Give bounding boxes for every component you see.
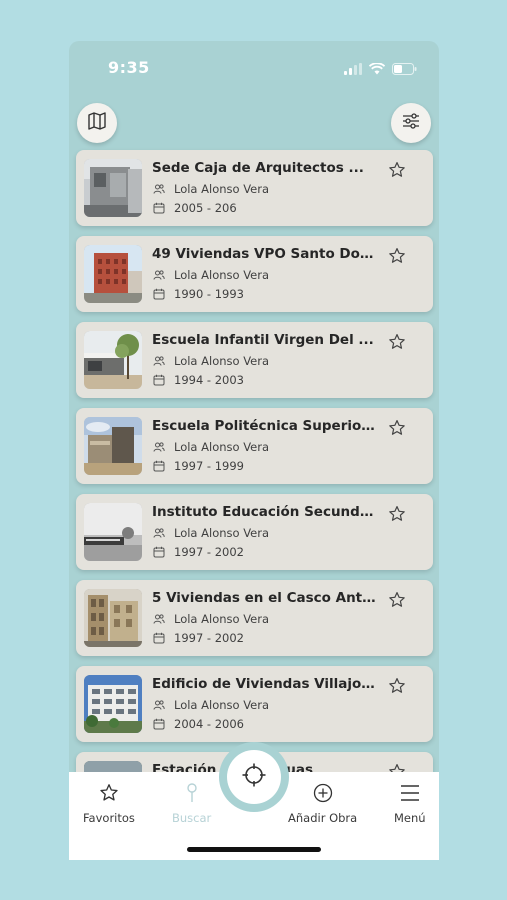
work-card[interactable]: Sede Caja de Arquitectos ... Lola Alonso… [76, 150, 433, 226]
author-row: Lola Alonso Vera [152, 698, 269, 712]
work-title: 5 Viviendas en el Casco Antiguo [152, 590, 378, 606]
author-row: Lola Alonso Vera [152, 354, 269, 368]
star-icon[interactable] [388, 419, 406, 437]
users-icon [152, 182, 166, 196]
author-row: Lola Alonso Vera [152, 440, 269, 454]
work-card[interactable]: Instituto Educación Secundaria ... Lola … [76, 494, 433, 570]
work-thumbnail [84, 503, 142, 561]
tab-add-work-label: Añadir Obra [288, 811, 358, 825]
star-icon[interactable] [388, 247, 406, 265]
star-icon[interactable] [388, 161, 406, 179]
work-author: Lola Alonso Vera [174, 440, 270, 454]
crosshair-icon [241, 762, 267, 792]
tab-favorites-label: Favoritos [83, 811, 135, 825]
work-card[interactable]: 5 Viviendas en el Casco Antiguo Lola Alo… [76, 580, 433, 656]
years-row: 2004 - 2006 [152, 717, 244, 731]
work-author: Lola Alonso Vera [174, 182, 270, 196]
calendar-icon [152, 545, 166, 559]
work-author: Lola Alonso Vera [174, 698, 270, 712]
location-pin-icon [180, 781, 204, 805]
author-row: Lola Alonso Vera [152, 268, 269, 282]
work-card[interactable]: Edificio de Viviendas Villajoyosa Lola A… [76, 666, 433, 742]
tab-menu-label: Menú [394, 811, 426, 825]
calendar-icon [152, 201, 166, 215]
users-icon [152, 268, 166, 282]
years-row: 1990 - 1993 [152, 287, 244, 301]
work-title: Edificio de Viviendas Villajoyosa [152, 676, 378, 692]
signal-icon [344, 60, 362, 79]
map-view-button[interactable] [77, 103, 117, 143]
work-title: Instituto Educación Secundaria ... [152, 504, 378, 520]
status-icons [344, 60, 417, 79]
plus-circle-icon [311, 781, 335, 805]
calendar-icon [152, 287, 166, 301]
filter-button[interactable] [391, 103, 431, 143]
work-author: Lola Alonso Vera [174, 354, 270, 368]
users-icon [152, 698, 166, 712]
work-years: 1997 - 2002 [174, 631, 244, 645]
work-card[interactable]: 49 Viviendas VPO Santo Domingo Lola Alon… [76, 236, 433, 312]
calendar-icon [152, 717, 166, 731]
work-card[interactable]: Escuela Infantil Virgen Del ... Lola Alo… [76, 322, 433, 398]
work-thumbnail [84, 589, 142, 647]
work-years: 2004 - 2006 [174, 717, 244, 731]
star-icon[interactable] [388, 591, 406, 609]
work-thumbnail [84, 331, 142, 389]
calendar-icon [152, 631, 166, 645]
work-title: Escuela Politécnica Superior IV [152, 418, 378, 434]
years-row: 1997 - 1999 [152, 459, 244, 473]
work-thumbnail [84, 245, 142, 303]
work-thumbnail [84, 417, 142, 475]
wifi-icon [368, 60, 386, 79]
users-icon [152, 526, 166, 540]
work-years: 1990 - 1993 [174, 287, 244, 301]
years-row: 1994 - 2003 [152, 373, 244, 387]
tab-search[interactable]: Buscar [172, 781, 211, 825]
tab-search-label: Buscar [172, 811, 212, 825]
phone-screen: 9:35 Sede Caja de Arquitectos ... Lola A… [69, 41, 439, 860]
years-row: 1997 - 2002 [152, 545, 244, 559]
star-icon[interactable] [388, 677, 406, 695]
hamburger-menu-icon [398, 781, 422, 805]
calendar-icon [152, 373, 166, 387]
work-author: Lola Alonso Vera [174, 612, 270, 626]
work-author: Lola Alonso Vera [174, 526, 270, 540]
calendar-icon [152, 459, 166, 473]
users-icon [152, 440, 166, 454]
work-years: 1994 - 2003 [174, 373, 244, 387]
tab-add-work[interactable]: Añadir Obra [288, 781, 357, 825]
locate-button-ring [219, 742, 289, 812]
users-icon [152, 612, 166, 626]
users-icon [152, 354, 166, 368]
work-thumbnail [84, 675, 142, 733]
tab-favorites[interactable]: Favoritos [83, 781, 135, 825]
work-author: Lola Alonso Vera [174, 268, 270, 282]
tab-bar: Favoritos Buscar Añadir Obra Menú [69, 742, 439, 860]
star-icon [97, 781, 121, 805]
tab-menu[interactable]: Menú [394, 781, 426, 825]
battery-icon [392, 60, 417, 79]
star-icon[interactable] [388, 333, 406, 351]
author-row: Lola Alonso Vera [152, 612, 269, 626]
work-title: Sede Caja de Arquitectos ... [152, 160, 364, 176]
years-row: 2005 - 206 [152, 201, 237, 215]
status-time: 9:35 [108, 58, 150, 77]
author-row: Lola Alonso Vera [152, 182, 269, 196]
sliders-icon [401, 111, 421, 135]
status-bar: 9:35 [69, 41, 439, 93]
home-indicator[interactable] [187, 847, 321, 852]
work-years: 1997 - 1999 [174, 459, 244, 473]
star-icon[interactable] [388, 505, 406, 523]
map-icon [87, 111, 107, 135]
work-thumbnail [84, 159, 142, 217]
locate-button[interactable] [227, 750, 281, 804]
work-years: 2005 - 206 [174, 201, 237, 215]
work-card[interactable]: Escuela Politécnica Superior IV Lola Alo… [76, 408, 433, 484]
work-title: 49 Viviendas VPO Santo Domingo [152, 246, 378, 262]
work-years: 1997 - 2002 [174, 545, 244, 559]
years-row: 1997 - 2002 [152, 631, 244, 645]
work-title: Escuela Infantil Virgen Del ... [152, 332, 374, 348]
author-row: Lola Alonso Vera [152, 526, 269, 540]
